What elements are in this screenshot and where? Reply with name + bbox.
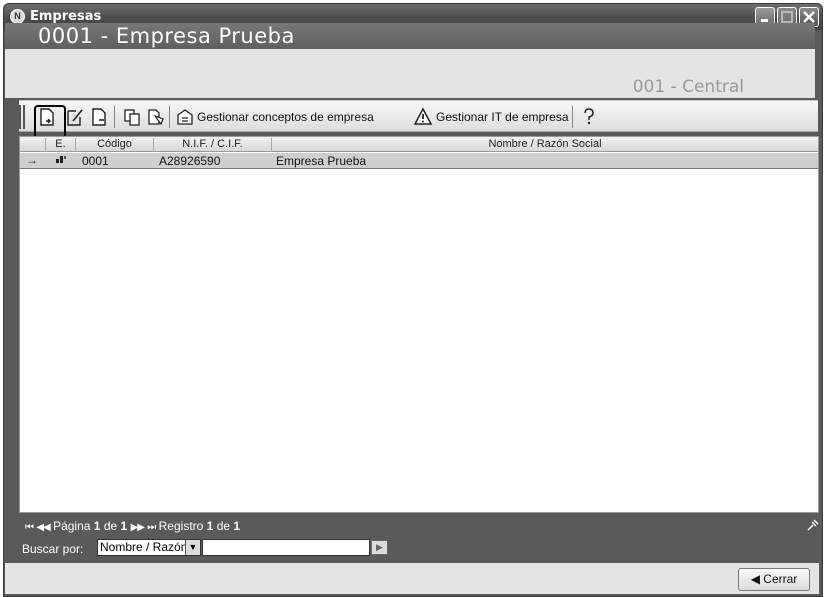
cell-nombre: Empresa Prueba — [276, 154, 367, 168]
last-page-icon[interactable]: ⏭ — [147, 522, 156, 533]
page-label: Página — [53, 519, 91, 533]
status-bar: ⏮ ◀◀ Página 1 de 1 ▶▶ ⏭ Registro 1 de 1 … — [19, 513, 819, 563]
manage-concepts-icon[interactable] — [175, 107, 195, 127]
page-current: 1 — [93, 519, 101, 533]
edit-document-icon[interactable] — [65, 107, 85, 127]
pager: ⏮ ◀◀ Página 1 de 1 ▶▶ ⏭ Registro 1 de 1 — [25, 519, 240, 533]
center-name: 001 - Central — [632, 77, 744, 97]
column-header-nif[interactable]: N.I.F. / C.I.F. — [154, 138, 272, 152]
paste-document-icon[interactable] — [146, 107, 166, 127]
delete-document-icon[interactable] — [89, 107, 109, 127]
toolbar-separator — [114, 106, 115, 128]
close-button-label: Cerrar — [763, 572, 798, 586]
copy-icon[interactable] — [122, 107, 142, 127]
warning-icon[interactable] — [413, 107, 433, 127]
column-header-state[interactable]: E. — [46, 138, 76, 152]
footer — [5, 563, 819, 594]
toolbar: Gestionar conceptos de empresa Gestionar… — [19, 100, 818, 132]
close-button[interactable]: ◀ Cerrar — [738, 568, 810, 591]
of-label: de — [103, 519, 118, 533]
previous-page-icon[interactable]: ◀◀ — [36, 522, 50, 533]
app-logo-icon: N — [10, 9, 25, 24]
next-page-icon[interactable]: ▶▶ — [131, 522, 145, 533]
back-arrow-icon: ◀ — [750, 572, 760, 586]
column-header-codigo[interactable]: Código — [76, 138, 154, 152]
toolbar-separator — [169, 106, 170, 128]
toolbar-separator — [572, 106, 573, 128]
first-page-icon[interactable]: ⏮ — [25, 522, 34, 533]
record-of-label: de — [216, 519, 231, 533]
record-current: 1 — [206, 519, 214, 533]
cell-codigo: 0001 — [82, 154, 109, 168]
row-indicator-arrow: → — [26, 153, 38, 167]
column-header-indicator — [20, 138, 46, 152]
record-total: 1 — [233, 519, 241, 533]
search-field-select[interactable]: Nombre / Razón Social ▼ — [97, 539, 201, 556]
cell-nif: A28926590 — [159, 154, 221, 168]
grid-header: E. Código N.I.F. / C.I.F. Nombre / Razón… — [20, 137, 818, 152]
state-icon — [56, 156, 66, 163]
play-icon: ▶ — [376, 542, 383, 552]
toolbar-grip[interactable] — [23, 105, 25, 129]
manage-it-button[interactable]: Gestionar IT de empresa — [436, 110, 569, 124]
center-bar — [5, 49, 815, 72]
record-label: Registro — [158, 519, 204, 533]
companies-grid[interactable]: E. Código N.I.F. / C.I.F. Nombre / Razón… — [19, 136, 819, 513]
toolbar-grip[interactable] — [19, 105, 21, 129]
column-header-nombre[interactable]: Nombre / Razón Social — [272, 138, 818, 152]
chevron-down-icon[interactable]: ▼ — [185, 540, 200, 555]
table-row[interactable]: → 0001 A28926590 Empresa Prueba — [20, 153, 818, 169]
page-total: 1 — [120, 519, 128, 533]
help-icon[interactable] — [579, 107, 599, 127]
company-title: 0001 - Empresa Prueba — [38, 24, 295, 48]
manage-concepts-button[interactable]: Gestionar conceptos de empresa — [197, 110, 374, 124]
new-record-highlight — [34, 105, 66, 139]
window-title: Empresas — [30, 9, 102, 24]
search-label: Buscar por: — [22, 542, 84, 556]
search-input[interactable] — [202, 539, 370, 556]
pin-icon[interactable] — [807, 519, 819, 531]
search-go-button[interactable]: ▶ — [371, 540, 388, 555]
